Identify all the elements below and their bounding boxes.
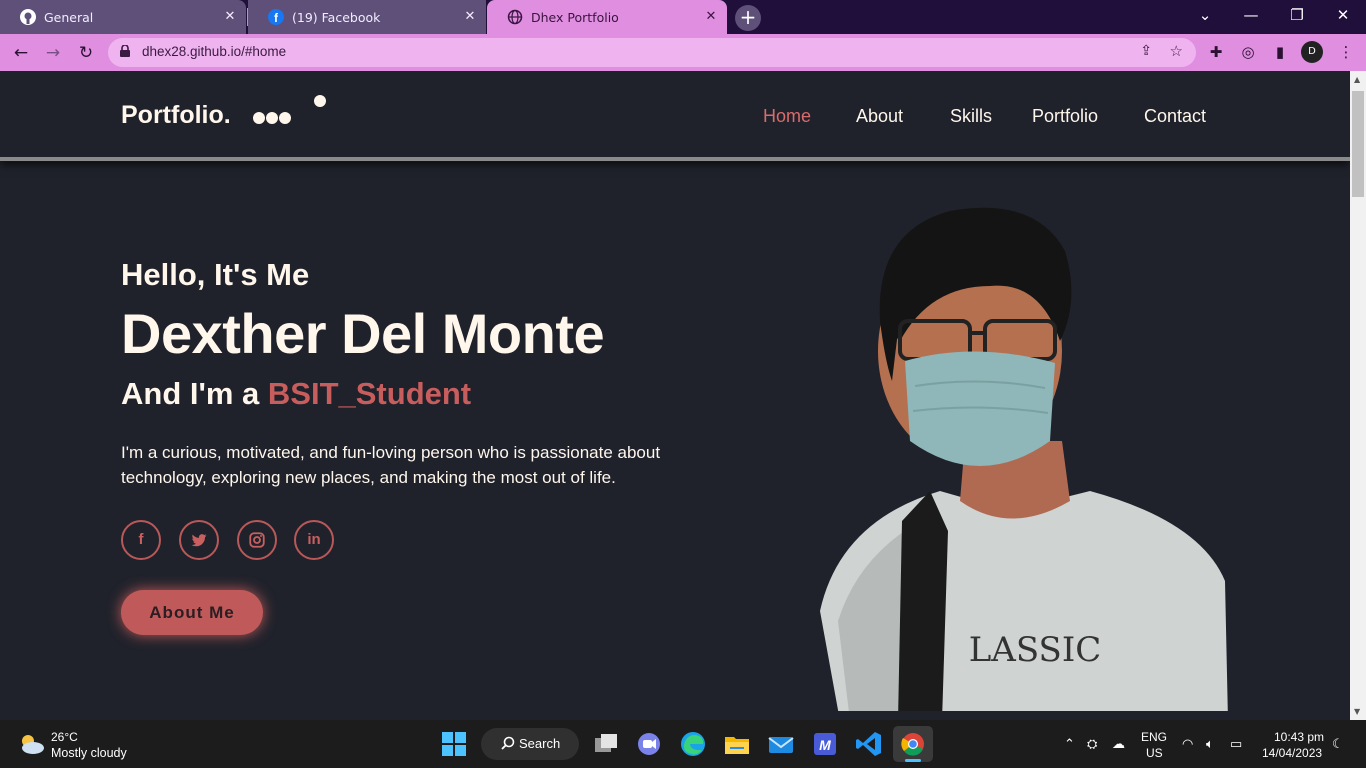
linkedin-link-icon[interactable]: in [294,520,334,560]
app-m-icon[interactable]: M [810,729,840,759]
nav-about[interactable]: About [856,106,903,127]
facebook-icon: f [268,9,284,25]
new-tab-button[interactable]: + [735,5,761,31]
reload-icon[interactable]: ↻ [75,43,97,63]
close-icon[interactable]: ✕ [222,9,238,24]
tab-title: Dhex Portfolio [531,9,619,25]
language-top[interactable]: ENG [1141,730,1167,744]
address-bar[interactable]: dhex28.github.io/#home ⇪ ☆ [108,38,1196,67]
logo-dot [266,112,278,124]
tab-search-icon[interactable]: ⌄ [1190,6,1220,24]
tab-strip: General ✕ f (19) Facebook ✕ Dhex Portfol… [0,0,1366,34]
wifi-icon[interactable]: ◠ [1182,736,1193,752]
onedrive-icon[interactable]: ☁ [1112,736,1125,752]
close-window-icon[interactable]: ✕ [1328,6,1358,24]
chat-icon[interactable] [634,729,664,759]
hero-role: And I'm a BSIT_Student [121,376,471,412]
role-highlight: BSIT_Student [267,376,472,411]
nav-skills[interactable]: Skills [950,106,992,127]
github-icon [20,9,36,25]
clock-date[interactable]: 14/04/2023 [1262,746,1322,760]
greeting: Hello, It's Me [121,257,310,292]
volume-icon[interactable]: 🔈︎ [1206,736,1214,752]
menu-kebab-icon[interactable]: ⋮ [1335,43,1357,61]
close-icon[interactable]: ✕ [703,9,719,24]
windows-start-icon[interactable] [442,732,466,756]
nav-portfolio[interactable]: Portfolio [1032,106,1098,127]
instagram-link-icon[interactable] [237,520,277,560]
windows-taskbar: 26°C Mostly cloudy Search M ⌃ ⛭ ☁ ENG US… [0,720,1366,768]
page-scrollbar[interactable]: ▲ ▼ [1350,71,1366,720]
file-explorer-icon[interactable] [722,729,752,759]
mail-icon[interactable] [766,729,796,759]
url-text: dhex28.github.io/#home [142,44,287,59]
weather-desc[interactable]: Mostly cloudy [51,746,127,760]
hero-bio: I'm a curious, motivated, and fun-loving… [121,443,661,487]
search-icon [501,736,515,750]
tab-title: (19) Facebook [292,9,381,25]
side-panel-icon[interactable]: ▮ [1269,43,1291,61]
nav-contact[interactable]: Contact [1144,106,1206,127]
logo-dot [253,112,265,124]
vscode-icon[interactable] [854,729,884,759]
logo-dot [279,112,291,124]
portrait-photo: LASSIC [820,207,1228,711]
minimize-icon[interactable]: — [1236,6,1266,24]
hero-name: Dexther Del Monte [121,302,605,365]
tab-dhex-portfolio[interactable]: Dhex Portfolio ✕ [487,0,727,34]
svg-text:M: M [819,737,831,753]
page-viewport: Portfolio. Home About Skills Portfolio C… [0,71,1350,711]
notifications-icon[interactable]: ☾ [1332,736,1344,752]
chrome-icon[interactable] [893,726,933,762]
bookmark-star-icon[interactable]: ☆ [1170,42,1183,60]
browser-toolbar: ← → ↻ dhex28.github.io/#home ⇪ ☆ ✚ ◎ ▮ D… [0,34,1366,71]
tab-general[interactable]: General ✕ [0,0,246,34]
nav-home[interactable]: Home [763,106,811,127]
restore-icon[interactable]: ❐ [1282,6,1312,24]
clock-time[interactable]: 10:43 pm [1274,730,1324,744]
facebook-link-icon[interactable]: f [121,520,161,560]
scroll-up-icon[interactable]: ▲ [1354,75,1360,84]
weather-cloud-icon[interactable] [16,732,46,756]
logo-dot [314,95,326,107]
task-view-icon[interactable] [591,729,621,759]
search-label: Search [519,736,561,751]
shirt-print-text: LASSIC [969,630,1102,670]
profile-avatar[interactable]: D [1301,41,1323,63]
site-logo[interactable]: Portfolio. [121,101,231,130]
language-bottom[interactable]: US [1146,746,1163,760]
battery-icon[interactable]: ▭ [1230,736,1242,752]
close-icon[interactable]: ✕ [462,9,478,24]
twitter-link-icon[interactable] [179,520,219,560]
role-prefix: And I'm a [121,376,260,411]
tab-title: General [44,9,94,25]
sync-icon[interactable]: ◎ [1237,43,1259,61]
taskbar-search[interactable]: Search [481,728,579,760]
tab-facebook[interactable]: f (19) Facebook ✕ [248,0,486,34]
scroll-down-icon[interactable]: ▼ [1354,707,1360,716]
scrollbar-thumb[interactable] [1352,91,1364,197]
edge-browser-icon[interactable] [678,729,708,759]
teams-icon[interactable]: ⛭ [1087,736,1097,752]
site-header: Portfolio. Home About Skills Portfolio C… [0,71,1350,161]
lock-icon [120,45,130,57]
globe-icon [507,9,523,25]
share-icon[interactable]: ⇪ [1140,43,1152,59]
show-hidden-icons-icon[interactable]: ⌃ [1064,736,1075,752]
about-me-button[interactable]: About Me [121,590,263,635]
back-arrow-icon[interactable]: ← [10,43,32,63]
weather-temp[interactable]: 26°C [51,730,78,744]
forward-arrow-icon[interactable]: → [42,43,64,63]
extensions-icon[interactable]: ✚ [1205,43,1227,61]
